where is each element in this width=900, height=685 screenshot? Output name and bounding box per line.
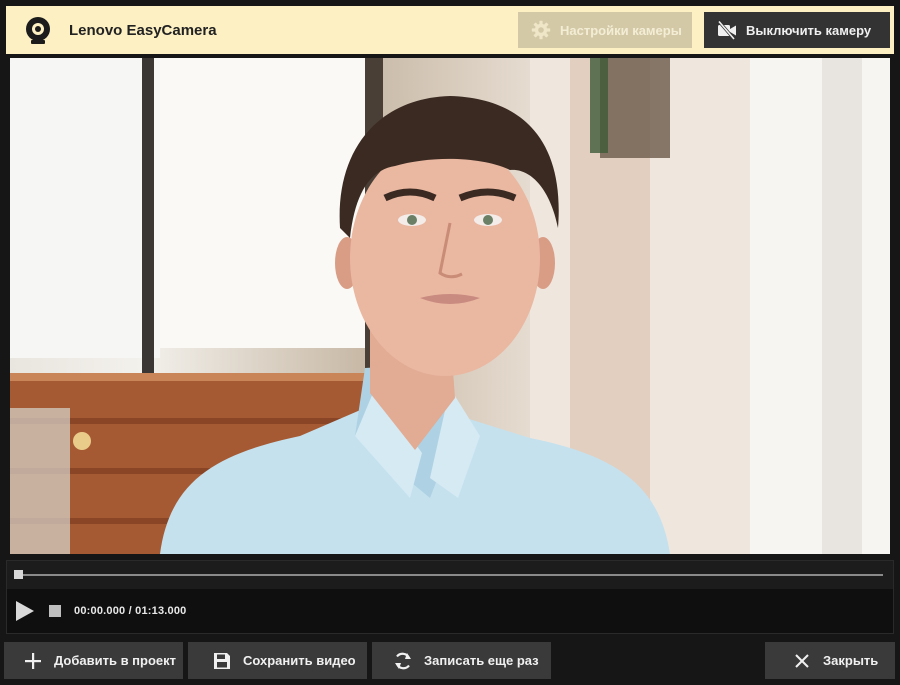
camera-off-button[interactable]: Выключить камеру [704,12,890,48]
close-icon [792,651,812,671]
preview-frame [10,58,890,554]
record-again-button[interactable]: Записать еще раз [372,642,551,679]
seek-bar[interactable] [17,574,883,576]
close-label: Закрыть [823,653,879,668]
refresh-icon [393,651,413,671]
close-button[interactable]: Закрыть [765,642,895,679]
camera-off-label: Выключить камеру [746,22,872,38]
time-readout: 00:00.000 / 01:13.000 [74,605,186,617]
camera-settings-label: Настройки камеры [560,22,682,38]
save-icon [212,651,232,671]
seek-handle[interactable] [14,570,23,579]
total-time: 01:13.000 [135,605,187,617]
camera-preview [10,58,890,554]
plus-icon [23,651,43,671]
current-time: 00:00.000 [74,605,126,617]
title-bar: Lenovo EasyCamera Настройки камеры Выклю… [6,6,894,54]
add-to-project-button[interactable]: Добавить в проект [4,642,183,679]
gear-icon [530,19,552,41]
app-title: Lenovo EasyCamera [69,21,217,39]
save-video-button[interactable]: Сохранить видео [188,642,367,679]
timeline[interactable] [7,561,893,589]
add-to-project-label: Добавить в проект [54,653,177,668]
playback-controls: 00:00.000 / 01:13.000 [7,589,893,633]
stop-icon[interactable] [49,605,61,617]
play-icon[interactable] [15,600,35,622]
camera-off-icon [716,19,738,41]
save-video-label: Сохранить видео [243,653,356,668]
time-separator: / [128,605,132,617]
playback-panel: 00:00.000 / 01:13.000 [6,560,894,634]
record-again-label: Записать еще раз [424,653,539,668]
webcam-icon [25,17,51,44]
camera-settings-button[interactable]: Настройки камеры [518,12,692,48]
